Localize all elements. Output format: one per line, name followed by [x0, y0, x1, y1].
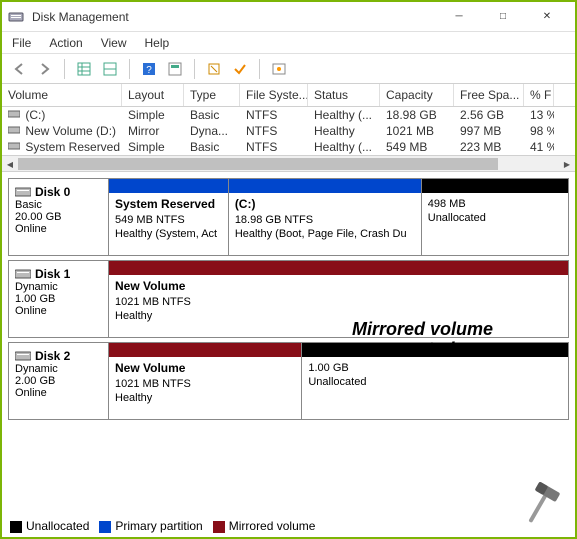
- action-icon[interactable]: [164, 58, 186, 80]
- settings-icon[interactable]: [268, 58, 290, 80]
- disk-icon: [15, 350, 31, 362]
- minimize-button[interactable]: ─: [437, 3, 481, 31]
- partition-bar: [422, 179, 568, 193]
- partition-bar: [229, 179, 421, 193]
- table-row[interactable]: System ReservedSimpleBasicNTFSHealthy (.…: [2, 139, 575, 155]
- partition-bar: [109, 179, 228, 193]
- partition[interactable]: System Reserved549 MB NTFSHealthy (Syste…: [109, 179, 228, 255]
- col-layout[interactable]: Layout: [122, 84, 184, 106]
- menubar: File Action View Help: [2, 32, 575, 54]
- svg-text:?: ?: [146, 65, 152, 76]
- back-icon[interactable]: [8, 58, 30, 80]
- scroll-right-icon[interactable]: ▶: [559, 156, 575, 172]
- volume-grid: Volume Layout Type File Syste... Status …: [2, 84, 575, 172]
- disk-row[interactable]: Disk 1Dynamic1.00 GBOnlineNew Volume1021…: [8, 260, 569, 338]
- h-scrollbar[interactable]: ◀ ▶: [2, 155, 575, 171]
- hammer-icon: [511, 473, 571, 533]
- scroll-thumb[interactable]: [18, 158, 498, 170]
- forward-icon[interactable]: [34, 58, 56, 80]
- disk-icon: [15, 186, 31, 198]
- disk-info: Disk 0Basic20.00 GBOnline: [9, 179, 109, 255]
- partition[interactable]: 1.00 GBUnallocated: [301, 343, 568, 419]
- disk-layout: Disk 0Basic20.00 GBOnlineSystem Reserved…: [2, 172, 575, 430]
- scroll-left-icon[interactable]: ◀: [2, 156, 18, 172]
- menu-help[interactable]: Help: [145, 36, 170, 50]
- list-icon[interactable]: [99, 58, 121, 80]
- volume-icon: [8, 109, 22, 119]
- col-status[interactable]: Status: [308, 84, 380, 106]
- legend-mirrored: Mirrored volume: [213, 519, 316, 533]
- partition-bar: [302, 343, 568, 357]
- separator: [259, 59, 260, 79]
- partition[interactable]: 498 MBUnallocated: [421, 179, 568, 255]
- app-icon: [8, 9, 24, 25]
- table-row[interactable]: (C:)SimpleBasicNTFSHealthy (...18.98 GB2…: [2, 107, 575, 123]
- menu-view[interactable]: View: [101, 36, 127, 50]
- separator: [129, 59, 130, 79]
- titlebar: Disk Management ─ □ ✕: [2, 2, 575, 32]
- legend-primary: Primary partition: [99, 519, 202, 533]
- disk-info: Disk 2Dynamic2.00 GBOnline: [9, 343, 109, 419]
- menu-file[interactable]: File: [12, 36, 31, 50]
- menu-action[interactable]: Action: [49, 36, 82, 50]
- col-free[interactable]: Free Spa...: [454, 84, 524, 106]
- disk-row[interactable]: Disk 0Basic20.00 GBOnlineSystem Reserved…: [8, 178, 569, 256]
- grid-header: Volume Layout Type File Syste... Status …: [2, 84, 575, 107]
- grid-icon[interactable]: [73, 58, 95, 80]
- separator: [194, 59, 195, 79]
- legend: Unallocated Primary partition Mirrored v…: [10, 519, 315, 533]
- col-volume[interactable]: Volume: [2, 84, 122, 106]
- refresh-icon[interactable]: [203, 58, 225, 80]
- window-title: Disk Management: [32, 10, 437, 24]
- check-icon[interactable]: [229, 58, 251, 80]
- volume-icon: [8, 141, 22, 151]
- maximize-button[interactable]: □: [481, 3, 525, 31]
- help-icon[interactable]: ?: [138, 58, 160, 80]
- col-pctfree[interactable]: % F: [524, 84, 554, 106]
- partition[interactable]: New Volume1021 MB NTFSHealthy: [109, 261, 568, 337]
- disk-icon: [15, 268, 31, 280]
- disk-info: Disk 1Dynamic1.00 GBOnline: [9, 261, 109, 337]
- disk-row[interactable]: Disk 2Dynamic2.00 GBOnlineNew Volume1021…: [8, 342, 569, 420]
- col-fs[interactable]: File Syste...: [240, 84, 308, 106]
- table-row[interactable]: New Volume (D:)MirrorDyna...NTFSHealthy1…: [2, 123, 575, 139]
- col-type[interactable]: Type: [184, 84, 240, 106]
- partition[interactable]: New Volume1021 MB NTFSHealthy: [109, 343, 301, 419]
- close-button[interactable]: ✕: [525, 3, 569, 31]
- partition[interactable]: (C:)18.98 GB NTFSHealthy (Boot, Page Fil…: [228, 179, 421, 255]
- legend-unallocated: Unallocated: [10, 519, 89, 533]
- partition-bar: [109, 261, 568, 275]
- partition-bar: [109, 343, 301, 357]
- toolbar: ?: [2, 54, 575, 84]
- separator: [64, 59, 65, 79]
- col-capacity[interactable]: Capacity: [380, 84, 454, 106]
- volume-icon: [8, 125, 22, 135]
